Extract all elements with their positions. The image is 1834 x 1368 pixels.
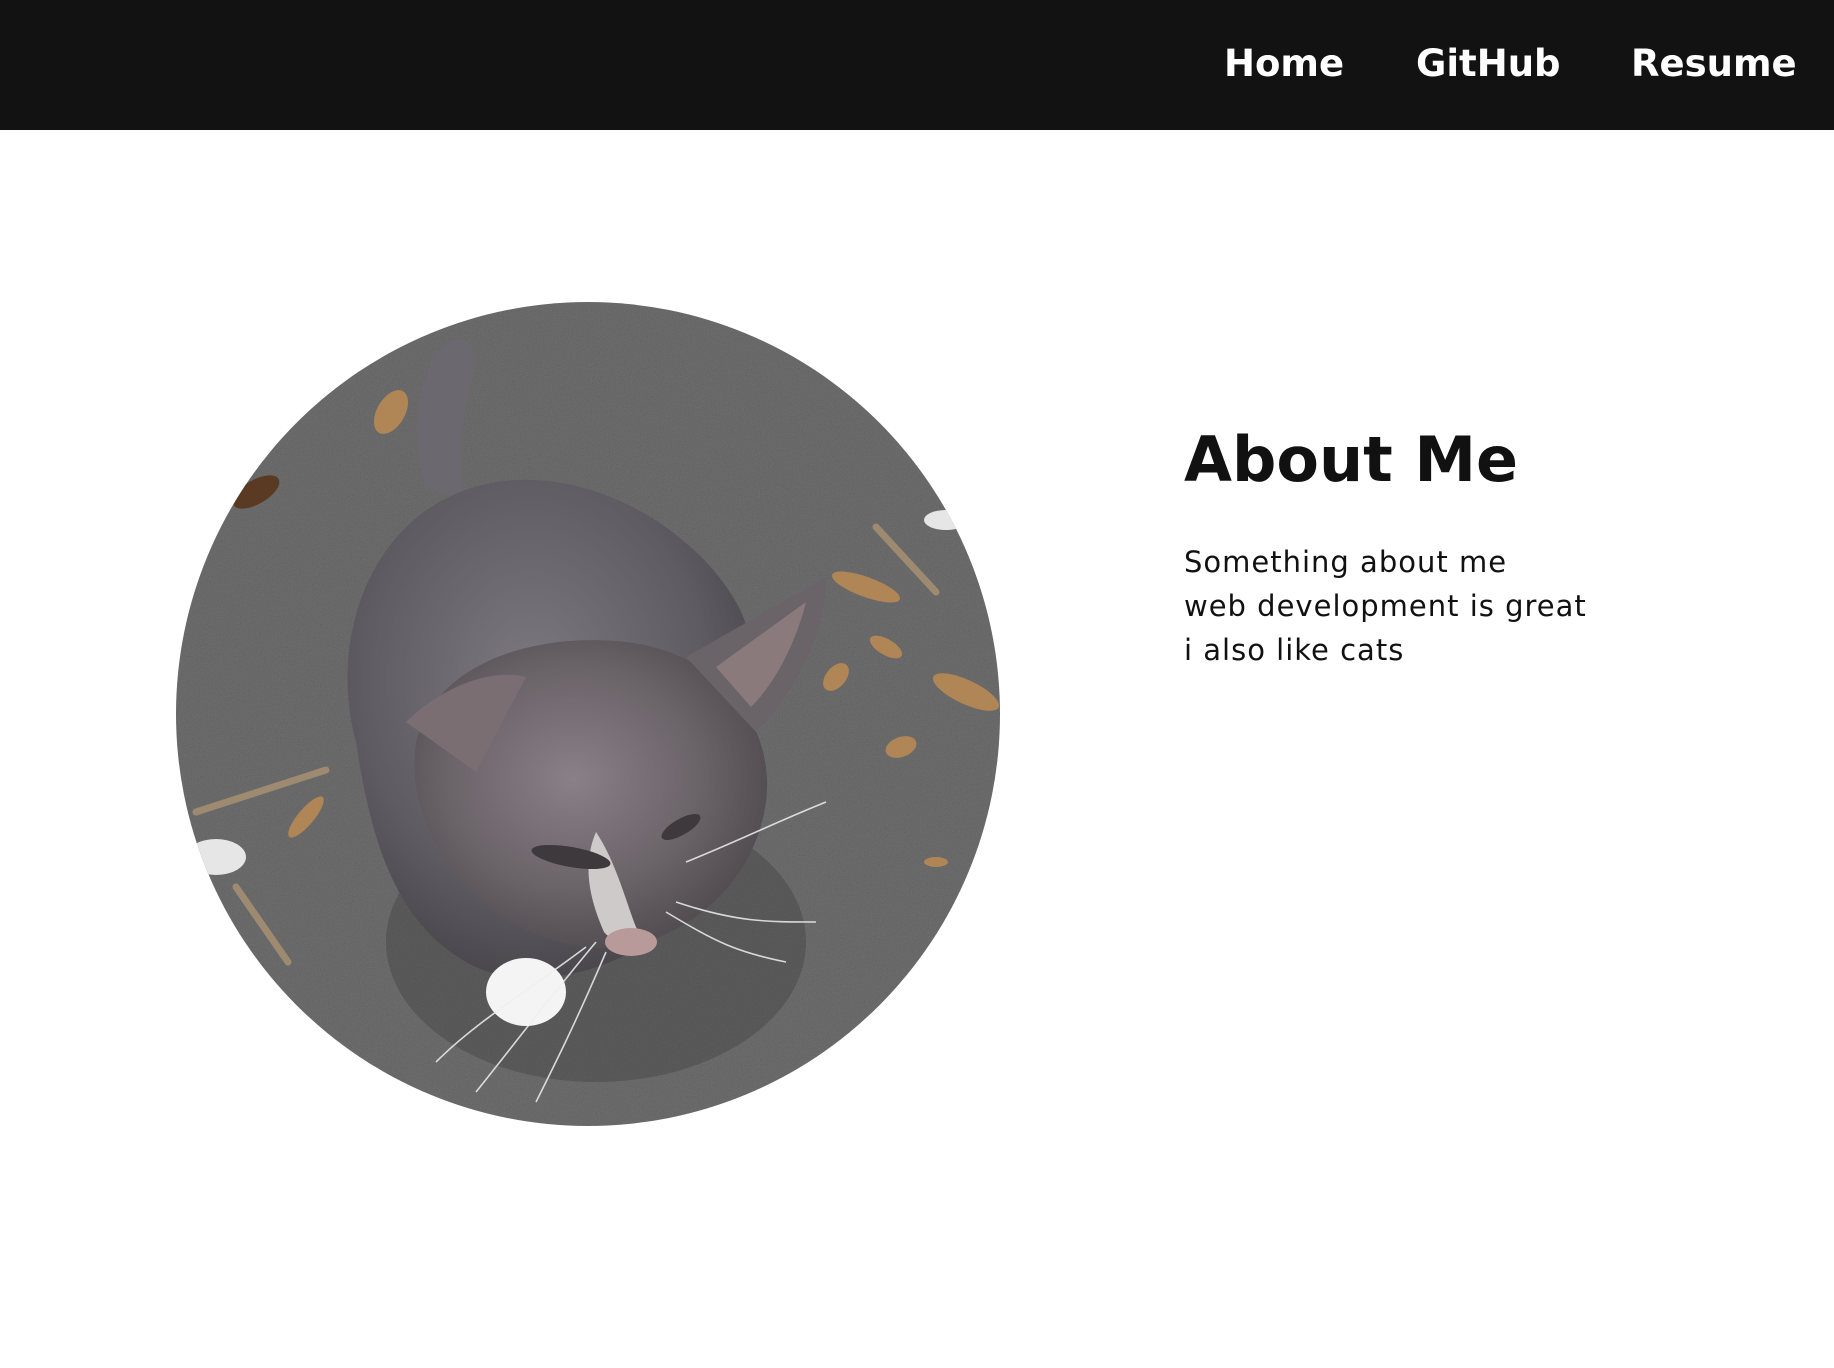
profile-photo-cat	[176, 302, 1000, 1126]
about-line: i also like cats	[1184, 633, 1405, 667]
nav-link-resume[interactable]: Resume	[1631, 42, 1797, 86]
about-title: About Me	[1184, 423, 1519, 496]
top-navbar: Home GitHub Resume	[0, 0, 1834, 130]
nav-link-home[interactable]: Home	[1224, 42, 1344, 86]
about-text: Something about me web development is gr…	[1184, 540, 1744, 672]
about-section: About Me Something about me web developm…	[1184, 420, 1744, 672]
nav-link-github[interactable]: GitHub	[1416, 42, 1561, 86]
about-line: Something about me	[1184, 545, 1508, 579]
about-line: web development is great	[1184, 589, 1587, 623]
